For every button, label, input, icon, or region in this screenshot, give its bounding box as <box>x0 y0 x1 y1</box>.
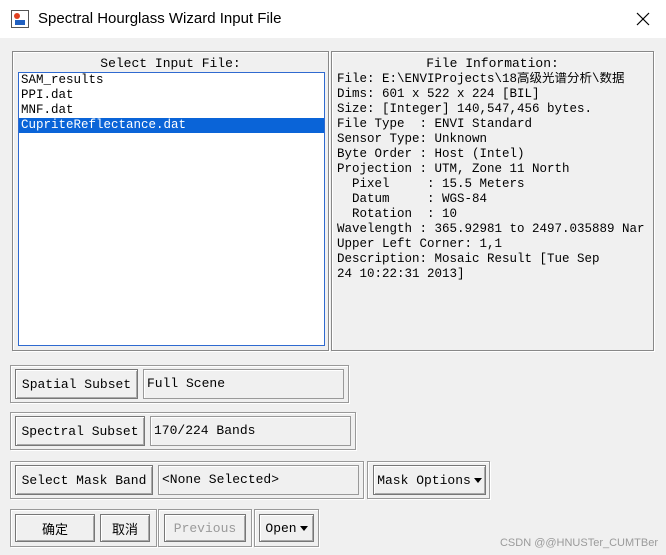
spatial-subset-button[interactable]: Spatial Subset <box>15 369 138 399</box>
info-line: File Type : ENVI Standard <box>337 117 533 131</box>
title-bar: Spectral Hourglass Wizard Input File <box>0 0 666 38</box>
info-line: Datum : WGS-84 <box>337 192 488 206</box>
info-line: Upper Left Corner: 1,1 <box>337 237 503 251</box>
spectral-subset-button[interactable]: Spectral Subset <box>15 416 145 446</box>
select-input-header: Select Input File: <box>100 56 241 71</box>
info-line: Wavelength : 365.92981 to 2497.035889 Na… <box>337 222 645 236</box>
mask-band-value: <None Selected> <box>158 465 359 495</box>
dropdown-arrow-icon <box>299 525 308 531</box>
info-line: Dims: 601 x 522 x 224 [BIL] <box>337 87 540 101</box>
info-line: Rotation : 10 <box>337 207 458 221</box>
app-icon <box>11 10 29 28</box>
file-list-item[interactable]: SAM_results <box>19 73 324 88</box>
info-line: Sensor Type: Unknown <box>337 132 488 146</box>
ok-button[interactable]: 确定 <box>15 514 95 542</box>
previous-button[interactable]: Previous <box>164 514 246 542</box>
file-information-panel: File Information: File: E:\ENVIProjects\… <box>331 51 654 351</box>
info-line: Size: [Integer] 140,547,456 bytes. <box>337 102 593 116</box>
info-line: File: E:\ENVIProjects\18高级光谱分析\数据 <box>337 72 625 86</box>
file-list-item[interactable]: PPI.dat <box>19 88 324 103</box>
open-label: Open <box>265 520 297 536</box>
file-list-item[interactable]: MNF.dat <box>19 103 324 118</box>
info-line: Projection : UTM, Zone 11 North <box>337 162 570 176</box>
cancel-button[interactable]: 取消 <box>100 514 150 542</box>
close-icon <box>636 12 650 26</box>
info-line: 24 10:22:31 2013] <box>337 267 465 281</box>
select-mask-band-button[interactable]: Select Mask Band <box>15 465 153 495</box>
file-list[interactable]: SAM_results PPI.dat MNF.dat CupriteRefle… <box>18 72 325 346</box>
dropdown-arrow-icon <box>473 477 482 483</box>
window-title: Spectral Hourglass Wizard Input File <box>38 10 282 27</box>
mask-options-button[interactable]: Mask Options <box>373 465 486 495</box>
info-line: Description: Mosaic Result [Tue Sep <box>337 252 600 266</box>
file-list-item-selected[interactable]: CupriteReflectance.dat <box>19 118 324 133</box>
close-button[interactable] <box>620 0 666 38</box>
mask-options-label: Mask Options <box>377 472 471 488</box>
file-information-header: File Information: <box>426 56 559 71</box>
select-input-panel: Select Input File: SAM_results PPI.dat M… <box>12 51 329 351</box>
info-line: Byte Order : Host (Intel) <box>337 147 525 161</box>
watermark: CSDN @@HNUSTer_CUMTBer <box>499 537 658 549</box>
open-button[interactable]: Open <box>259 514 314 542</box>
file-information-text: File: E:\ENVIProjects\18高级光谱分析\数据 Dims: … <box>337 72 648 344</box>
info-line: Pixel : 15.5 Meters <box>337 177 525 191</box>
spectral-subset-value: 170/224 Bands <box>150 416 351 446</box>
spatial-subset-value: Full Scene <box>143 369 344 399</box>
